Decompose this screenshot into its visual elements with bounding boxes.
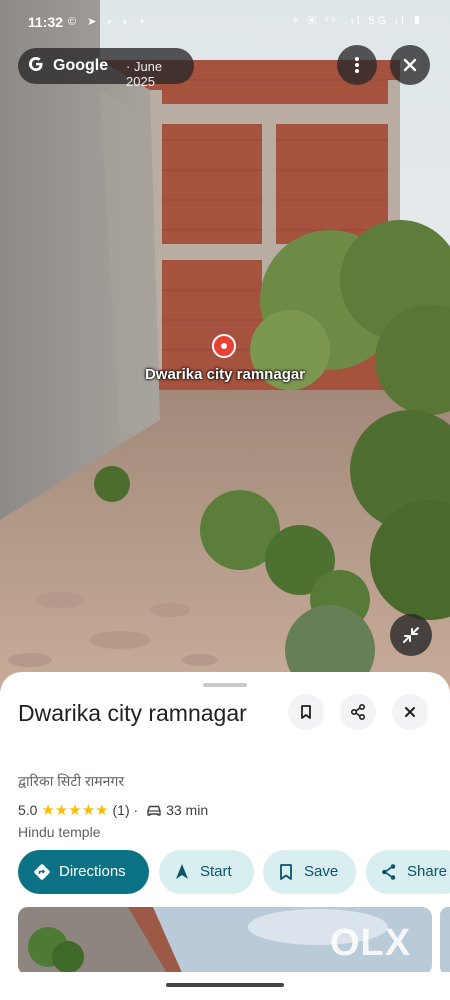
directions-icon bbox=[34, 864, 50, 880]
gesture-nav-bar[interactable] bbox=[166, 983, 284, 987]
review-count[interactable]: (1) bbox=[113, 802, 130, 818]
start-button[interactable]: Start bbox=[159, 850, 254, 894]
place-title: Dwarika city ramnagar bbox=[18, 700, 247, 726]
share-button[interactable]: Share bbox=[366, 850, 450, 894]
close-icon bbox=[405, 707, 415, 717]
notification-icons: © ➤ ▪ ◐ • bbox=[68, 16, 148, 28]
rating-value: 5.0 bbox=[18, 802, 38, 818]
location-pin-icon[interactable] bbox=[212, 334, 236, 358]
google-date-pill[interactable]: Google · June 2025 bbox=[18, 48, 194, 89]
status-bar: 11:32 © ➤ ▪ ◐ • ⌖ ▣ ᵛᵒ .ıl 5G ıl ▮ bbox=[0, 0, 450, 44]
status-time: 11:32 bbox=[28, 14, 64, 30]
bookmark-icon bbox=[301, 705, 311, 719]
more-options-button[interactable] bbox=[337, 45, 377, 85]
google-label: Google bbox=[53, 57, 109, 74]
drive-time: 33 min bbox=[166, 802, 209, 818]
navigation-arrow-icon bbox=[176, 864, 188, 879]
local-name: द्वारिका सिटी रामनगर bbox=[18, 773, 125, 789]
more-vert-icon bbox=[355, 57, 359, 73]
sheet-drag-handle[interactable] bbox=[203, 683, 247, 687]
save-label: Save bbox=[304, 863, 339, 880]
save-button[interactable]: Save bbox=[263, 850, 356, 894]
place-category: Hindu temple bbox=[18, 824, 101, 840]
rating-row: 5.0 ★★★★★ (1) · 33 min bbox=[18, 801, 208, 819]
next-photo-thumbnail[interactable] bbox=[440, 907, 450, 975]
share-icon-button[interactable] bbox=[340, 694, 376, 730]
place-label-overlay: Dwarika city ramnagar bbox=[144, 366, 306, 383]
imagery-date: · June 2025 bbox=[126, 59, 163, 89]
bookmark-icon bbox=[280, 864, 292, 880]
directions-label: Directions bbox=[59, 863, 126, 880]
start-label: Start bbox=[200, 863, 232, 880]
google-g-icon bbox=[29, 57, 43, 71]
bookmark-button[interactable] bbox=[288, 694, 324, 730]
street-view-image[interactable]: 11:32 © ➤ ▪ ◐ • ⌖ ▣ ᵛᵒ .ıl 5G ıl ▮ Googl… bbox=[0, 0, 450, 700]
fullscreen-exit-icon bbox=[403, 627, 419, 643]
directions-button[interactable]: Directions bbox=[18, 850, 149, 894]
close-icon bbox=[403, 58, 417, 72]
close-streetview-button[interactable] bbox=[390, 45, 430, 85]
olx-watermark: OLX bbox=[330, 922, 412, 964]
share-label: Share bbox=[407, 863, 448, 880]
share-icon bbox=[382, 864, 396, 880]
rating-stars-icon: ★★★★★ bbox=[41, 802, 109, 819]
system-icons: ⌖ ▣ ᵛᵒ .ıl 5G ıl ▮ bbox=[292, 15, 424, 27]
collapse-streetview-button[interactable] bbox=[390, 614, 432, 656]
separator: · bbox=[129, 802, 143, 818]
share-icon bbox=[350, 703, 366, 721]
close-sheet-button[interactable] bbox=[392, 694, 428, 730]
car-icon bbox=[147, 805, 161, 816]
